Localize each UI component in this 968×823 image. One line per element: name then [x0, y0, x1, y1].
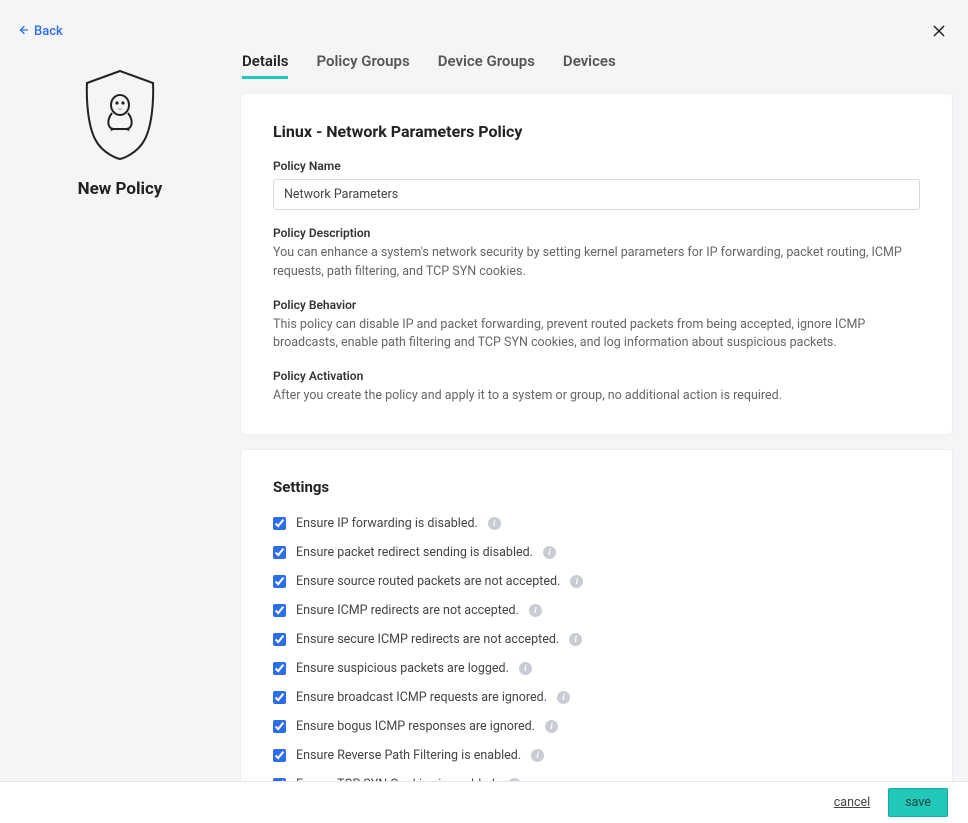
setting-row: Ensure broadcast ICMP requests are ignor… — [273, 690, 920, 705]
setting-label: Ensure suspicious packets are logged. — [296, 661, 509, 676]
setting-label: Ensure Reverse Path Filtering is enabled… — [296, 748, 521, 763]
setting-row: Ensure Reverse Path Filtering is enabled… — [273, 748, 920, 763]
shield-linux-icon — [79, 67, 161, 161]
setting-row: Ensure packet redirect sending is disabl… — [273, 545, 920, 560]
setting-row: Ensure ICMP redirects are not accepted. i — [273, 603, 920, 618]
policy-activation-label: Policy Activation — [273, 369, 920, 383]
setting-label: Ensure IP forwarding is disabled. — [296, 516, 478, 531]
settings-card: Settings Ensure IP forwarding is disable… — [240, 449, 953, 808]
sidebar-title: New Policy — [78, 179, 163, 199]
setting-checkbox[interactable] — [273, 517, 286, 530]
info-icon[interactable]: i — [543, 546, 556, 559]
setting-row: Ensure bogus ICMP responses are ignored.… — [273, 719, 920, 734]
setting-checkbox[interactable] — [273, 546, 286, 559]
setting-checkbox[interactable] — [273, 604, 286, 617]
info-icon[interactable]: i — [570, 575, 583, 588]
setting-label: Ensure broadcast ICMP requests are ignor… — [296, 690, 547, 705]
setting-label: Ensure bogus ICMP responses are ignored. — [296, 719, 535, 734]
tab-policy-groups[interactable]: Policy Groups — [316, 52, 409, 79]
tabs: Details Policy Groups Device Groups Devi… — [240, 52, 953, 79]
setting-checkbox[interactable] — [273, 720, 286, 733]
policy-heading: Linux - Network Parameters Policy — [273, 122, 920, 141]
setting-checkbox[interactable] — [273, 691, 286, 704]
setting-label: Ensure packet redirect sending is disabl… — [296, 545, 533, 560]
setting-row: Ensure IP forwarding is disabled. i — [273, 516, 920, 531]
back-link[interactable]: Back — [18, 24, 63, 39]
cancel-button[interactable]: cancel — [834, 795, 870, 810]
setting-checkbox[interactable] — [273, 633, 286, 646]
back-label: Back — [34, 24, 63, 39]
info-icon[interactable]: i — [569, 633, 582, 646]
info-icon[interactable]: i — [531, 749, 544, 762]
info-icon[interactable]: i — [519, 662, 532, 675]
policy-info-card: Linux - Network Parameters Policy Policy… — [240, 93, 953, 435]
info-icon[interactable]: i — [488, 517, 501, 530]
setting-label: Ensure secure ICMP redirects are not acc… — [296, 632, 559, 647]
save-button[interactable]: save — [888, 788, 948, 817]
setting-row: Ensure secure ICMP redirects are not acc… — [273, 632, 920, 647]
tab-device-groups[interactable]: Device Groups — [438, 52, 535, 79]
policy-name-label: Policy Name — [273, 159, 920, 173]
policy-behavior-text: This policy can disable IP and packet fo… — [273, 316, 920, 354]
tab-details[interactable]: Details — [242, 52, 288, 79]
info-icon[interactable]: i — [529, 604, 542, 617]
arrow-left-icon — [18, 24, 30, 39]
tab-devices[interactable]: Devices — [563, 52, 616, 79]
setting-checkbox[interactable] — [273, 662, 286, 675]
policy-name-input[interactable] — [273, 179, 920, 210]
policy-behavior-label: Policy Behavior — [273, 298, 920, 312]
footer-bar: cancel save — [0, 781, 968, 823]
settings-heading: Settings — [273, 478, 920, 496]
setting-checkbox[interactable] — [273, 749, 286, 762]
close-button[interactable] — [928, 20, 950, 42]
policy-description-text: You can enhance a system's network secur… — [273, 244, 920, 282]
setting-label: Ensure source routed packets are not acc… — [296, 574, 560, 589]
info-icon[interactable]: i — [557, 691, 570, 704]
setting-label: Ensure ICMP redirects are not accepted. — [296, 603, 519, 618]
policy-description-label: Policy Description — [273, 226, 920, 240]
setting-row: Ensure source routed packets are not acc… — [273, 574, 920, 589]
policy-activation-text: After you create the policy and apply it… — [273, 387, 920, 406]
setting-row: Ensure suspicious packets are logged. i — [273, 661, 920, 676]
info-icon[interactable]: i — [545, 720, 558, 733]
policy-sidebar: New Policy — [15, 52, 225, 808]
setting-checkbox[interactable] — [273, 575, 286, 588]
